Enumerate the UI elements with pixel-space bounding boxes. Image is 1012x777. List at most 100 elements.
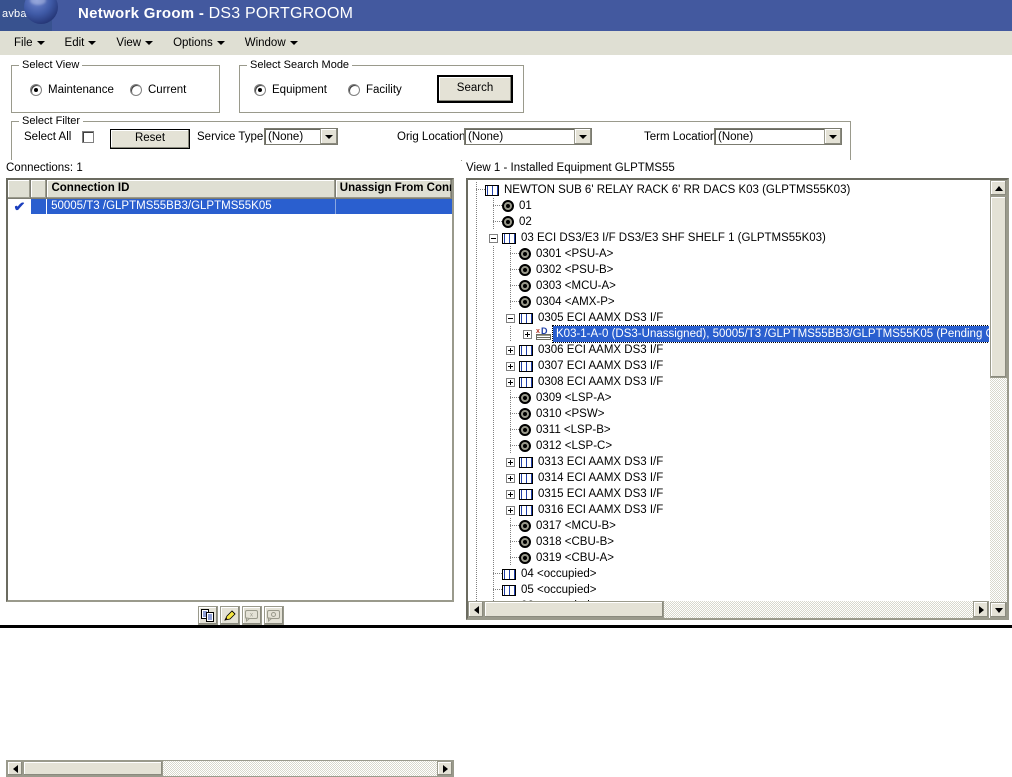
tree-node-label: 0314 ECI AAMX DS3 I/F	[535, 470, 663, 486]
tree-node[interactable]: 0315 ECI AAMX DS3 I/F	[468, 486, 989, 502]
view-note-button[interactable]	[264, 606, 284, 625]
tree-node[interactable]: 0316 ECI AAMX DS3 I/F	[468, 502, 989, 518]
tree-node[interactable]: 0302 <PSU-B>	[468, 262, 989, 278]
plus-icon	[506, 346, 515, 355]
scroll-track-vertical[interactable]	[990, 196, 1007, 602]
highlight-button[interactable]	[220, 606, 240, 625]
menu-window[interactable]: Window	[237, 35, 306, 51]
chevron-down-icon	[824, 129, 841, 144]
radio-current[interactable]: Current	[130, 84, 186, 96]
menu-file[interactable]: File	[6, 35, 53, 51]
orig-location-select[interactable]: (None)	[464, 128, 592, 145]
select-search-mode-group: Select Search Mode Equipment Facility Se…	[239, 65, 524, 113]
scroll-left-button[interactable]	[7, 761, 23, 776]
expand-node-button[interactable]	[502, 454, 519, 470]
column-header-connection-id[interactable]: Connection ID	[47, 180, 335, 198]
triangle-right-icon	[443, 765, 448, 773]
search-button[interactable]: Search	[437, 75, 513, 103]
tree-node[interactable]: 02	[468, 214, 989, 230]
scroll-thumb[interactable]	[484, 601, 664, 618]
collapse-node-button[interactable]	[502, 310, 519, 326]
tree-node[interactable]: 0307 ECI AAMX DS3 I/F	[468, 358, 989, 374]
menu-file-label: File	[14, 37, 33, 49]
tree-node[interactable]: 0317 <MCU-B>	[468, 518, 989, 534]
expand-node-button[interactable]	[502, 502, 519, 518]
tree-node-label: 0313 ECI AAMX DS3 I/F	[535, 454, 663, 470]
service-type-select[interactable]: (None)	[264, 128, 338, 145]
tree-node-label: 0311 <LSP-B>	[533, 422, 611, 438]
menu-edit[interactable]: Edit	[57, 35, 105, 51]
tree-node-selected[interactable]: xDK03-1-A-0 (DS3-Unassigned), 50005/T3 /…	[468, 326, 989, 342]
copy-button[interactable]	[198, 606, 218, 625]
delete-note-button[interactable]: x	[242, 606, 262, 625]
tree-node[interactable]: 0319 <CBU-A>	[468, 550, 989, 566]
scroll-track[interactable]	[23, 761, 437, 776]
equipment-vertical-scrollbar[interactable]	[990, 180, 1007, 618]
shelf-icon	[519, 377, 533, 388]
expand-node-button[interactable]	[502, 358, 519, 374]
reset-button[interactable]: Reset	[110, 129, 190, 149]
scroll-thumb-vertical[interactable]	[990, 196, 1007, 378]
row-checkbox-cell[interactable]: ✔	[8, 199, 31, 214]
tree-node[interactable]: 0304 <AMX-P>	[468, 294, 989, 310]
equipment-tree-body[interactable]: NEWTON SUB 6' RELAY RACK 6' RR DACS K03 …	[468, 180, 989, 601]
select-all-checkbox[interactable]	[82, 131, 94, 143]
tree-node[interactable]: 0314 ECI AAMX DS3 I/F	[468, 470, 989, 486]
equipment-horizontal-scrollbar[interactable]	[468, 601, 989, 618]
scroll-right-button[interactable]	[973, 601, 989, 618]
connections-list[interactable]: Connection ID Unassign From Conn ✔ 50005…	[6, 178, 454, 602]
tree-node[interactable]: 0310 <PSW>	[468, 406, 989, 422]
scroll-track[interactable]	[484, 601, 973, 618]
column-header-select[interactable]	[8, 180, 31, 198]
tree-node-label: 05 <occupied>	[518, 582, 596, 598]
tree-node[interactable]: 0301 <PSU-A>	[468, 246, 989, 262]
tree-indent	[485, 438, 502, 454]
scroll-right-button[interactable]	[437, 761, 453, 776]
expand-node-button[interactable]	[502, 486, 519, 502]
chevron-down-icon	[37, 41, 45, 45]
plus-icon	[506, 362, 515, 371]
tree-node[interactable]: 0305 ECI AAMX DS3 I/F	[468, 310, 989, 326]
tree-node[interactable]: 0311 <LSP-B>	[468, 422, 989, 438]
shelf-icon	[519, 473, 533, 484]
tree-node[interactable]: 0308 ECI AAMX DS3 I/F	[468, 374, 989, 390]
tree-node[interactable]: 0306 ECI AAMX DS3 I/F	[468, 342, 989, 358]
menu-view[interactable]: View	[108, 35, 161, 51]
tree-node[interactable]: 01	[468, 198, 989, 214]
expand-node-button[interactable]	[502, 342, 519, 358]
expand-node-button[interactable]	[502, 374, 519, 390]
collapse-node-button[interactable]	[485, 230, 502, 246]
tree-node[interactable]: 05 <occupied>	[468, 582, 989, 598]
connections-horizontal-scrollbar[interactable]	[6, 760, 454, 777]
scroll-thumb[interactable]	[23, 761, 163, 776]
scroll-up-button[interactable]	[990, 180, 1007, 196]
term-location-select[interactable]: (None)	[714, 128, 842, 145]
tree-indent	[468, 582, 485, 598]
scroll-down-button[interactable]	[990, 602, 1007, 618]
plus-icon	[506, 458, 515, 467]
radio-maintenance[interactable]: Maintenance	[30, 84, 114, 96]
tree-node[interactable]: 0318 <CBU-B>	[468, 534, 989, 550]
expand-node-button[interactable]	[502, 470, 519, 486]
tree-node[interactable]: 03 ECI DS3/E3 I/F DS3/E3 SHF SHELF 1 (GL…	[468, 230, 989, 246]
tree-connector	[502, 262, 519, 278]
menu-options[interactable]: Options	[165, 35, 233, 51]
tree-node[interactable]: 0309 <LSP-A>	[468, 390, 989, 406]
note-delete-icon: x	[245, 610, 259, 622]
column-header-unassign-from-conn[interactable]: Unassign From Conn	[336, 180, 452, 198]
tree-node[interactable]: 0313 ECI AAMX DS3 I/F	[468, 454, 989, 470]
tree-node[interactable]: 0312 <LSP-C>	[468, 438, 989, 454]
tree-node[interactable]: 04 <occupied>	[468, 566, 989, 582]
equipment-tree[interactable]: NEWTON SUB 6' RELAY RACK 6' RR DACS K03 …	[466, 178, 1009, 620]
tree-indent	[468, 470, 485, 486]
highlighter-icon	[223, 609, 237, 622]
tree-node[interactable]: 0303 <MCU-A>	[468, 278, 989, 294]
radio-equipment[interactable]: Equipment	[254, 84, 327, 96]
table-row[interactable]: ✔ 50005/T3 /GLPTMS55BB3/GLPTMS55K05	[8, 199, 452, 214]
expand-node-button[interactable]	[519, 326, 536, 342]
tree-indent	[468, 438, 485, 454]
tree-node[interactable]: NEWTON SUB 6' RELAY RACK 6' RR DACS K03 …	[468, 182, 989, 198]
column-header-spacer[interactable]	[31, 180, 47, 198]
scroll-left-button[interactable]	[468, 601, 484, 618]
radio-facility[interactable]: Facility	[348, 84, 402, 96]
